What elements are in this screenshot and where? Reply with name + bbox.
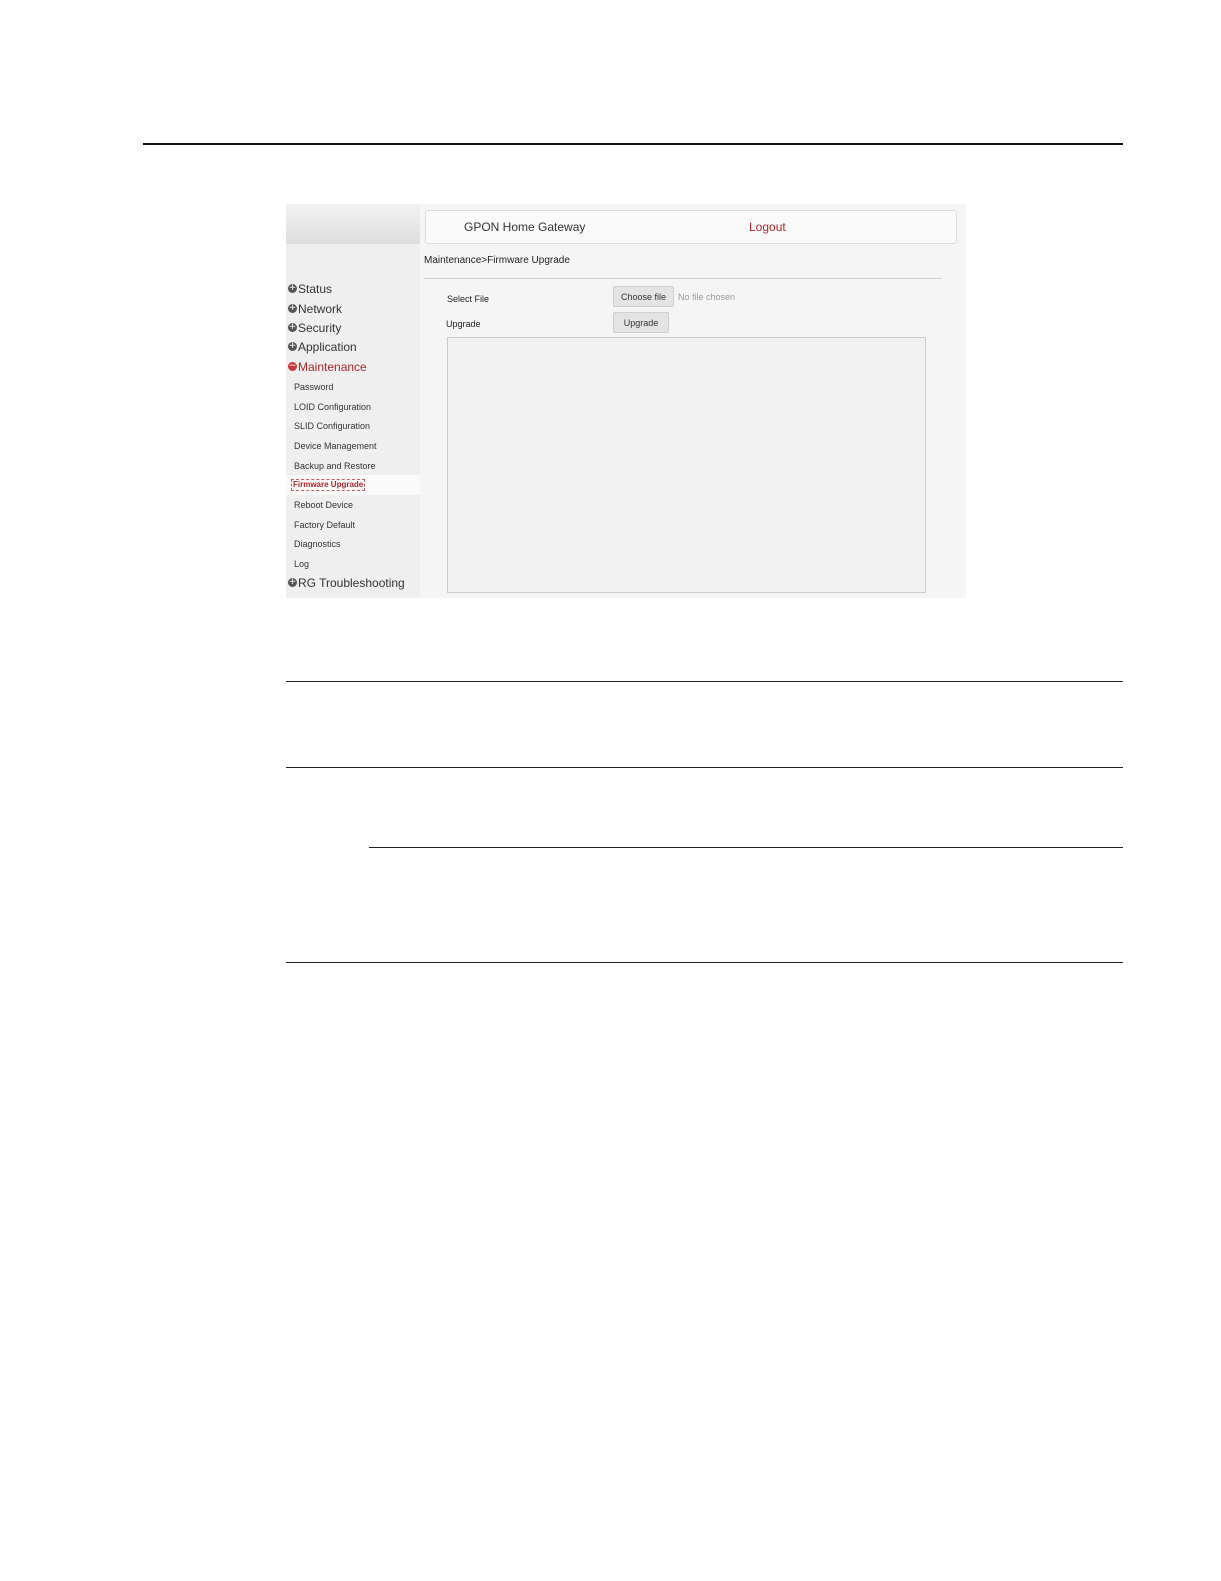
sidebar-item-rg-troubleshooting[interactable]: + RG Troubleshooting [288,574,405,592]
sidebar-subitem-backup-and-restore[interactable]: Backup and Restore [294,460,376,472]
sidebar-subitem-reboot-device[interactable]: Reboot Device [294,499,353,511]
sidebar-subitem-firmware-upgrade[interactable]: Firmware Upgrade [291,479,366,491]
sidebar-item-label: Security [298,321,342,335]
app-title: GPON Home Gateway [464,220,586,234]
upgrade-log-area[interactable] [447,337,926,593]
divider-rule [286,962,1123,963]
divider-rule [286,767,1123,768]
logo-area [286,204,420,244]
sidebar-subitem-slid-configuration[interactable]: SLID Configuration [294,420,370,432]
sidebar-subitem-log[interactable]: Log [294,558,309,570]
choose-file-button[interactable]: Choose file [613,286,674,307]
router-screenshot: + Status + Network + Security + Application … [286,204,966,598]
expand-icon: + [288,322,297,332]
divider-rule [369,847,1123,848]
sidebar-item-label: Network [298,302,343,316]
sidebar-item-label: RG Troubleshooting [298,576,405,590]
sidebar-subitem-password[interactable]: Password [294,381,334,393]
file-status-text: No file chosen [678,292,736,302]
expand-icon: + [288,303,297,313]
select-file-label: Select File [447,294,490,304]
logout-link[interactable]: Logout [749,220,786,234]
sidebar-item-network[interactable]: + Network [288,300,342,318]
sidebar-item-maintenance[interactable]: − Maintenance [288,358,367,376]
top-bar: GPON Home Gateway Logout [425,210,957,244]
sidebar: + Status + Network + Security + Application … [286,204,420,598]
upgrade-label: Upgrade [446,319,481,329]
sidebar-item-label: Maintenance [298,360,367,374]
sidebar-item-label: Application [298,340,357,354]
expand-icon: + [288,283,297,293]
divider-rule [286,681,1123,682]
sidebar-item-label: Status [298,282,333,296]
collapse-icon: − [288,361,297,371]
sidebar-item-application[interactable]: + Application [288,338,357,356]
sidebar-subitem-diagnostics[interactable]: Diagnostics [294,538,341,550]
sidebar-item-security[interactable]: + Security [288,319,341,337]
breadcrumb-divider [424,278,942,279]
expand-icon: + [288,341,297,351]
breadcrumb: Maintenance>Firmware Upgrade [424,255,570,266]
sidebar-subitem-factory-default[interactable]: Factory Default [294,519,355,531]
sidebar-item-status[interactable]: + Status [288,280,332,298]
sidebar-subitem-device-management[interactable]: Device Management [294,440,377,452]
page-header-rule [143,143,1123,145]
sidebar-subitem-loid-configuration[interactable]: LOID Configuration [294,401,371,413]
expand-icon: + [288,577,297,587]
upgrade-button[interactable]: Upgrade [613,312,669,333]
